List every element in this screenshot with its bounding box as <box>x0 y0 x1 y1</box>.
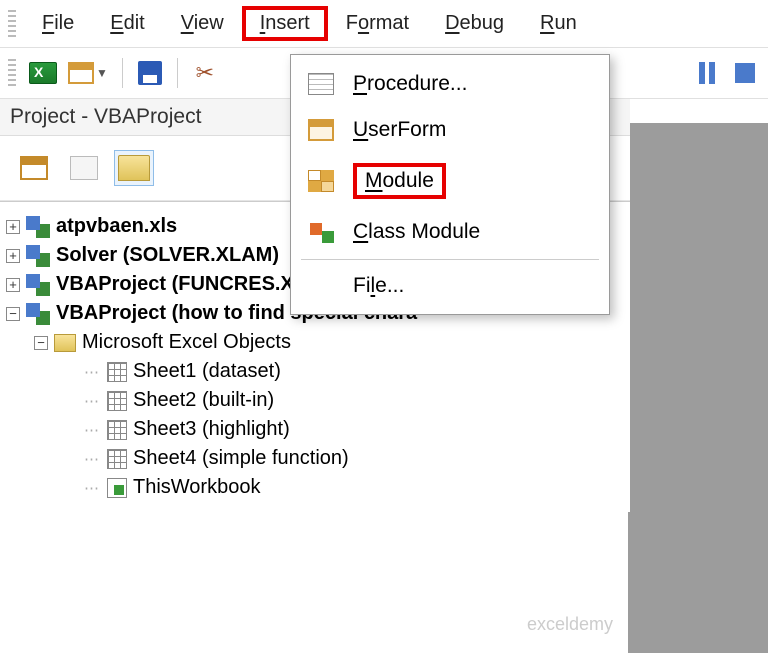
tree-connector: ⋯ <box>84 363 103 381</box>
menubar: File Edit View Insert Format Debug Run <box>0 0 768 48</box>
menu-run[interactable]: Run <box>522 8 595 39</box>
project-label: atpvbaen.xls <box>56 215 177 238</box>
stop-button[interactable] <box>728 56 762 90</box>
worksheet-icon <box>107 449 127 469</box>
toolbar-grip <box>8 10 16 38</box>
folder-icon <box>54 334 76 352</box>
sheet-node[interactable]: ⋯ Sheet2 (built-in) <box>6 386 624 415</box>
project-icon <box>26 245 50 267</box>
toggle-folders-button[interactable] <box>114 150 154 186</box>
workbook-icon <box>107 478 127 498</box>
view-object-button[interactable] <box>64 150 104 186</box>
menu-divider <box>301 259 599 260</box>
project-label: Solver (SOLVER.XLAM) <box>56 244 279 267</box>
userform-icon <box>308 119 334 141</box>
tree-connector: ⋯ <box>84 479 103 497</box>
sheet-label: Sheet4 (simple function) <box>133 447 349 470</box>
sheet-label: Sheet1 (dataset) <box>133 360 281 383</box>
menu-format[interactable]: Format <box>328 8 427 39</box>
save-icon <box>138 61 162 85</box>
pause-button[interactable] <box>690 56 724 90</box>
stop-icon <box>735 63 755 83</box>
menu-debug[interactable]: Debug <box>427 8 522 39</box>
insert-classmodule-item[interactable]: Class Module <box>291 209 609 255</box>
tree-connector: ⋯ <box>84 392 103 410</box>
insert-userform-item[interactable]: UserForm <box>291 107 609 153</box>
watermark: exceldemy <box>527 614 613 635</box>
procedure-icon <box>308 73 334 95</box>
code-pane-background <box>628 123 768 653</box>
insert-menu-dropdown: Procedure... UserForm Module Class Modul… <box>290 54 610 315</box>
module-icon <box>308 170 334 192</box>
folder-node[interactable]: − Microsoft Excel Objects <box>6 328 624 357</box>
expand-icon[interactable]: + <box>6 220 20 234</box>
scissors-icon: ✂ <box>196 60 214 86</box>
workbook-label: ThisWorkbook <box>133 476 260 499</box>
sheet-label: Sheet3 (highlight) <box>133 418 290 441</box>
toolbar-grip <box>8 59 16 87</box>
worksheet-icon <box>107 391 127 411</box>
sheet-node[interactable]: ⋯ Sheet4 (simple function) <box>6 444 624 473</box>
sheet-label: Sheet2 (built-in) <box>133 389 274 412</box>
view-code-icon <box>20 156 48 180</box>
insert-module-item[interactable]: Module <box>291 153 609 209</box>
separator <box>177 58 178 88</box>
project-icon <box>26 274 50 296</box>
insert-dropdown-button[interactable]: ▼ <box>64 56 112 90</box>
menu-view[interactable]: View <box>163 8 242 39</box>
view-excel-button[interactable] <box>26 56 60 90</box>
worksheet-icon <box>107 362 127 382</box>
save-button[interactable] <box>133 56 167 90</box>
worksheet-icon <box>107 420 127 440</box>
collapse-icon[interactable]: − <box>34 336 48 350</box>
userform-icon <box>68 62 94 84</box>
menu-edit[interactable]: Edit <box>92 8 162 39</box>
pause-icon <box>699 62 715 84</box>
collapse-icon[interactable]: − <box>6 307 20 321</box>
workbook-node[interactable]: ⋯ ThisWorkbook <box>6 473 624 502</box>
folder-icon <box>118 155 150 181</box>
sheet-node[interactable]: ⋯ Sheet3 (highlight) <box>6 415 624 444</box>
cut-button[interactable]: ✂ <box>188 56 222 90</box>
folder-label: Microsoft Excel Objects <box>82 331 291 354</box>
class-module-icon <box>308 221 334 243</box>
tree-connector: ⋯ <box>84 450 103 468</box>
separator <box>122 58 123 88</box>
insert-procedure-item[interactable]: Procedure... <box>291 61 609 107</box>
menu-insert[interactable]: Insert <box>242 6 328 41</box>
project-icon <box>26 303 50 325</box>
expand-icon[interactable]: + <box>6 249 20 263</box>
expand-icon[interactable]: + <box>6 278 20 292</box>
excel-icon <box>29 62 57 84</box>
tree-connector: ⋯ <box>84 421 103 439</box>
menu-file[interactable]: File <box>24 8 92 39</box>
view-object-icon <box>70 156 98 180</box>
project-icon <box>26 216 50 238</box>
chevron-down-icon: ▼ <box>96 66 108 80</box>
insert-file-item[interactable]: File... <box>291 264 609 308</box>
sheet-node[interactable]: ⋯ Sheet1 (dataset) <box>6 357 624 386</box>
view-code-button[interactable] <box>14 150 54 186</box>
